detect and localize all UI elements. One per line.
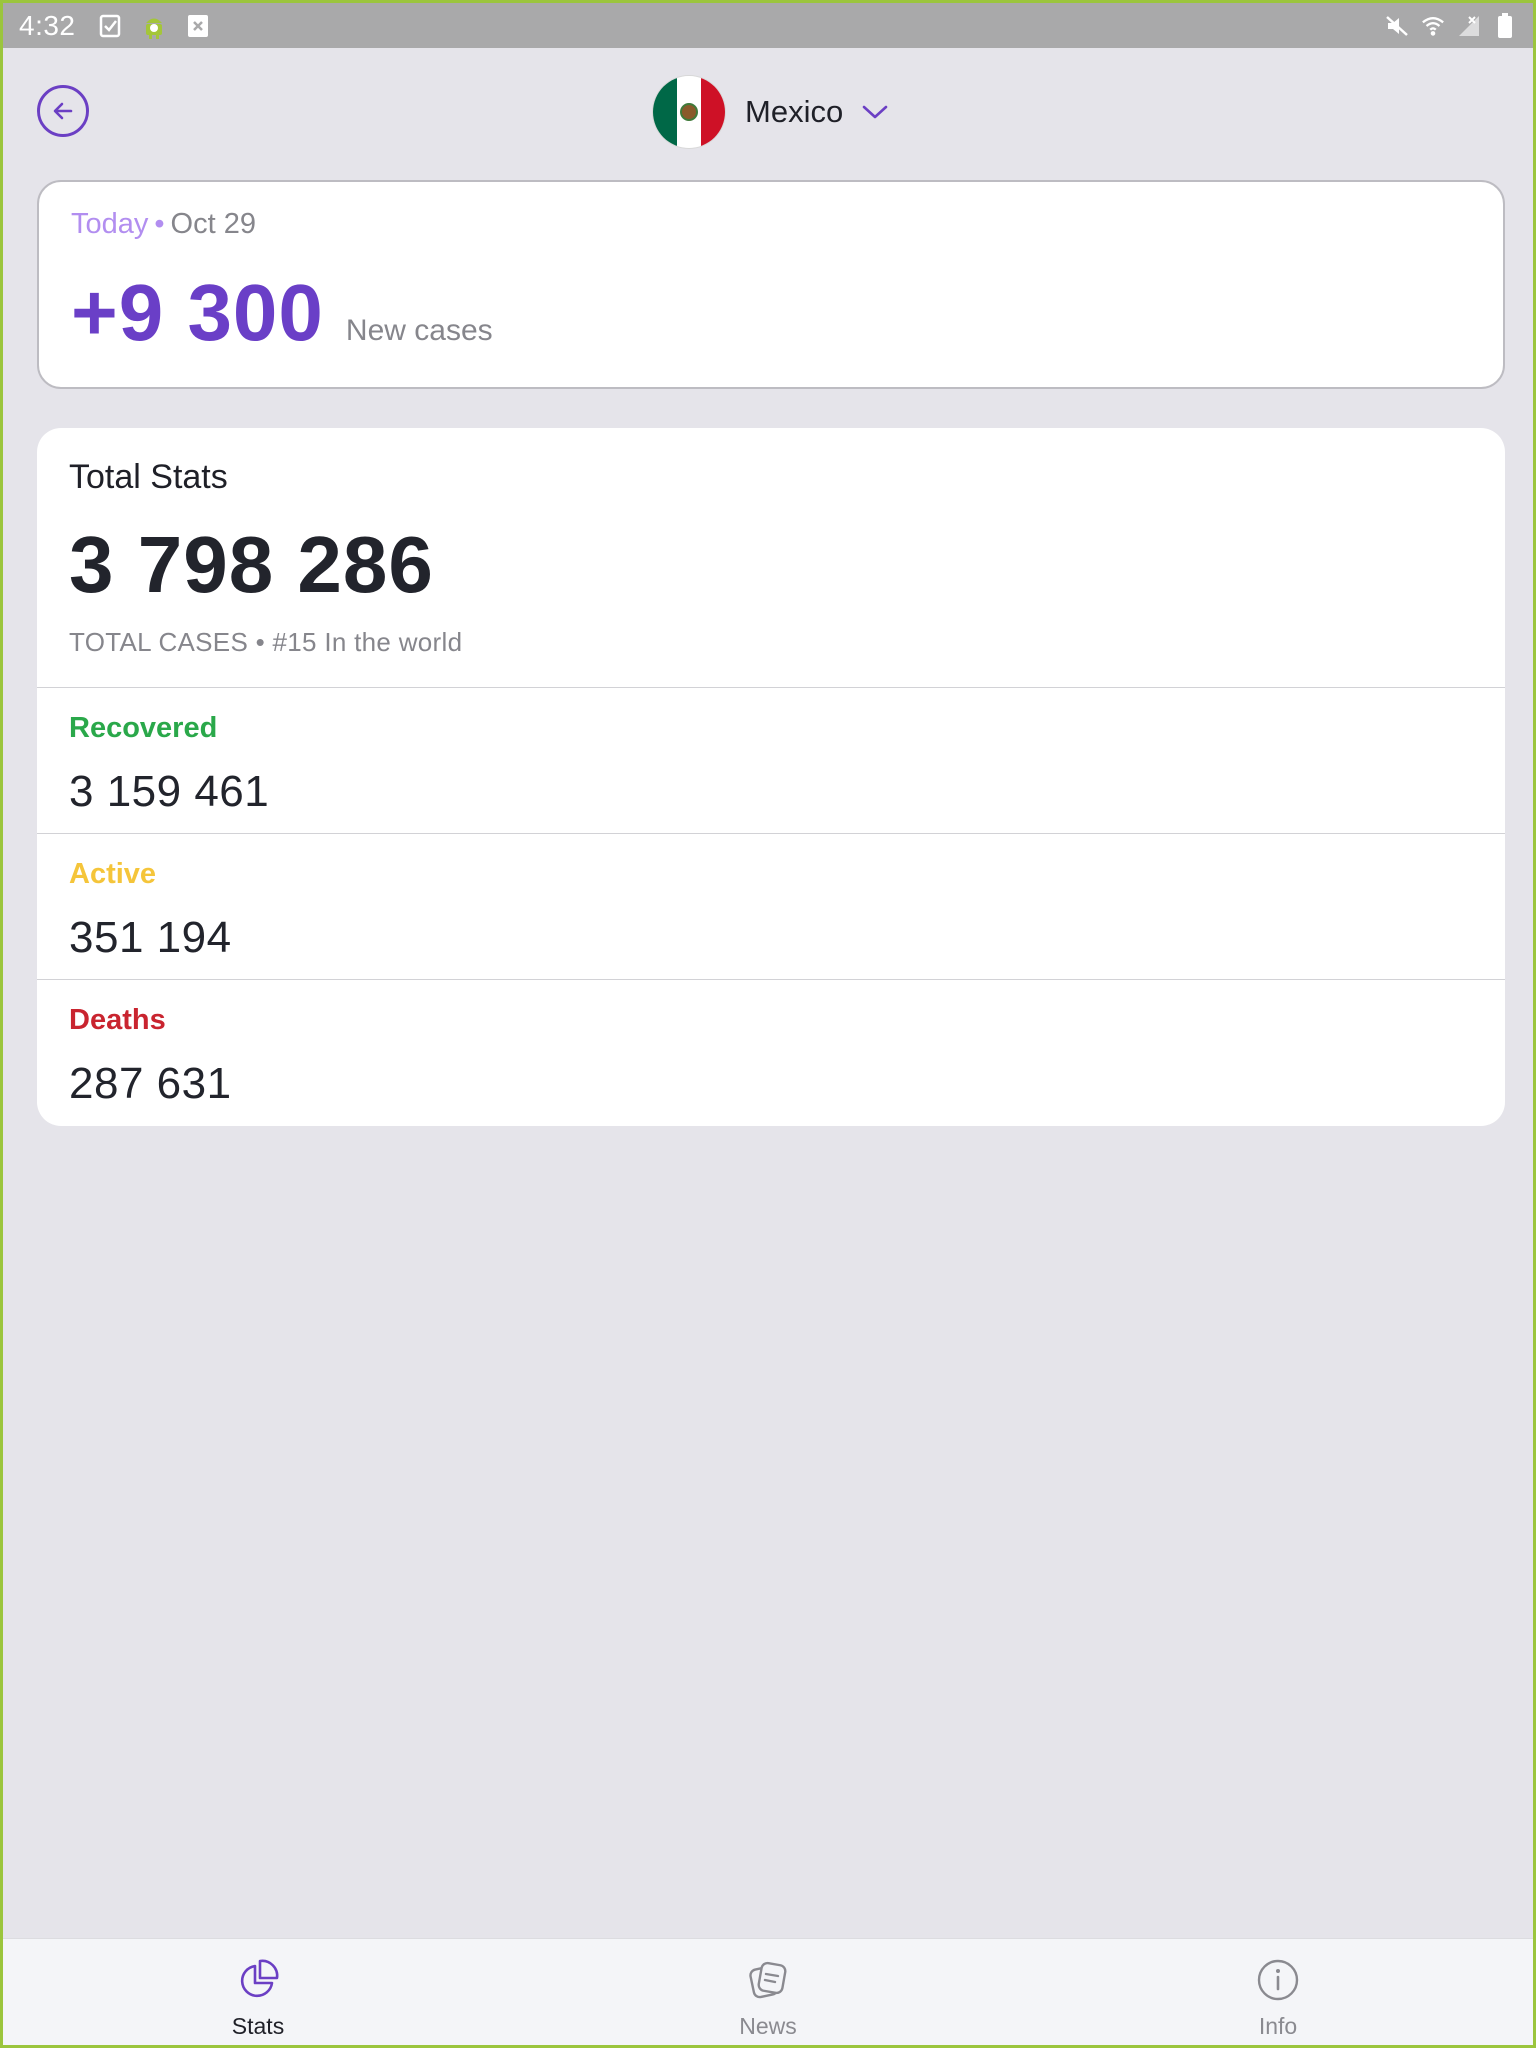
today-date: Oct 29 [170, 208, 256, 240]
mute-icon [1385, 13, 1409, 39]
info-icon [1255, 1957, 1301, 2003]
active-value: 351 194 [69, 913, 232, 962]
news-icon [745, 1957, 791, 2003]
active-label: Active [69, 858, 157, 890]
chevron-down-icon [861, 103, 889, 121]
back-button[interactable] [37, 85, 89, 137]
stat-row-active: Active 351 194 [37, 834, 1505, 980]
stats-title: Total Stats [69, 458, 228, 496]
stat-row-deaths: Deaths 287 631 [37, 980, 1505, 1126]
no-signal-icon [1457, 13, 1481, 39]
nav-label-stats: Stats [231, 2013, 285, 2039]
recovered-label: Recovered [69, 712, 218, 744]
new-cases-count: +9 300 [71, 268, 324, 357]
wifi-icon [1421, 13, 1445, 39]
today-card: Today • Oct 29 +9 300 New cases [37, 180, 1505, 389]
today-date-line: Today • Oct 29 [71, 208, 1471, 241]
status-right-icons [1385, 12, 1517, 39]
deaths-value: 287 631 [69, 1059, 232, 1108]
new-cases-label: New cases [345, 314, 493, 347]
today-label: Today [71, 208, 149, 240]
total-stats-summary: Total Stats 3 798 286 TOTAL CASES • #15 … [37, 428, 1505, 688]
country-name: Mexico [745, 94, 844, 129]
total-stats-card: Total Stats 3 798 286 TOTAL CASES • #15 … [37, 428, 1505, 1126]
country-selector[interactable]: Mexico [653, 76, 889, 148]
total-cases-subtitle: TOTAL CASES • #15 In the world [69, 627, 463, 657]
mexico-flag-icon [653, 76, 725, 148]
nav-label-info: Info [1258, 2013, 1298, 2039]
nav-label-news: News [739, 2013, 797, 2039]
nav-item-info[interactable]: Info [1023, 1939, 1533, 2045]
bottom-navigation: Stats News Info [3, 1938, 1533, 2045]
stat-row-recovered: Recovered 3 159 461 [37, 688, 1505, 834]
today-separator: • [154, 208, 165, 240]
checklist-icon [98, 13, 122, 39]
deaths-label: Deaths [69, 1004, 166, 1036]
status-time: 4:32 [19, 9, 76, 41]
android-icon [142, 13, 166, 39]
arrow-left-icon [50, 98, 76, 124]
nav-item-news[interactable]: News [513, 1939, 1023, 2045]
nav-item-stats[interactable]: Stats [3, 1939, 513, 2045]
battery-icon [1493, 12, 1517, 39]
status-bar: 4:32 [3, 3, 1533, 48]
pie-chart-icon [235, 1957, 281, 2003]
recovered-value: 3 159 461 [69, 767, 270, 816]
total-cases-value: 3 798 286 [69, 520, 434, 609]
today-new-cases: +9 300 New cases [71, 267, 1471, 359]
close-box-icon [186, 13, 210, 39]
status-left-icons [98, 13, 210, 39]
header: Mexico [3, 48, 1533, 178]
